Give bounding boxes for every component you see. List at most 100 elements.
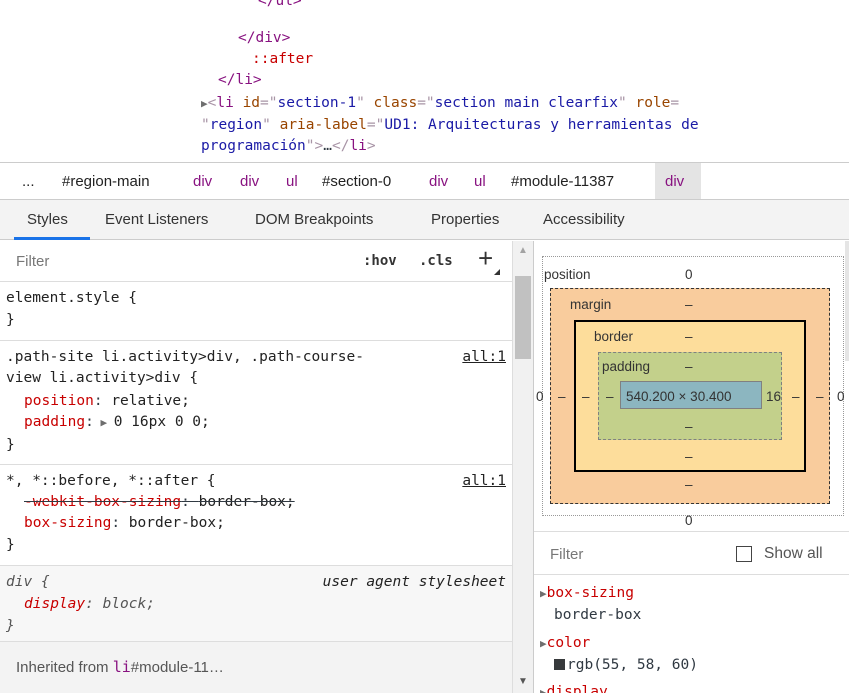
scrollbar-thumb[interactable]: [515, 276, 531, 359]
padding-bottom-value[interactable]: –: [685, 419, 693, 434]
property-name[interactable]: box-sizing: [24, 515, 111, 531]
position-bottom-value[interactable]: 0: [685, 513, 693, 528]
dom-line-ul-close[interactable]: </ul>: [258, 0, 302, 12]
active-tab-indicator: [14, 237, 90, 240]
property-value[interactable]: border-box;: [199, 494, 295, 510]
dom-line-li-section-1-cont[interactable]: "region" aria-label="UD1: Arquitecturas …: [201, 115, 699, 136]
tab-properties[interactable]: Properties: [431, 211, 499, 228]
color-swatch[interactable]: [554, 659, 565, 670]
breadcrumb-item-section-0[interactable]: #section-0: [322, 173, 391, 190]
border-left-value[interactable]: –: [582, 389, 590, 404]
computed-prop-box-sizing[interactable]: ▶box-sizing: [540, 583, 634, 604]
dom-tree: </ul> </div> ::after </li> ▶<li id="sect…: [0, 0, 849, 160]
rule-close-brace: }: [6, 618, 15, 634]
padding-top-value[interactable]: –: [685, 359, 693, 374]
scroll-up-arrow-icon[interactable]: ▲: [518, 245, 528, 256]
attr-id-value: section-1: [277, 95, 357, 111]
rule-source-link[interactable]: all:1: [462, 347, 506, 368]
breadcrumb-item-module[interactable]: #module-11387: [511, 173, 614, 190]
tab-accessibility[interactable]: Accessibility: [543, 211, 625, 228]
tab-dom-breakpoints[interactable]: DOM Breakpoints: [255, 211, 373, 228]
attr-aria-label-value: UD1: Arquitecturas y herramientas de: [384, 117, 699, 133]
position-top-value[interactable]: 0: [685, 267, 693, 282]
computed-filter-input[interactable]: Filter: [550, 546, 583, 563]
breadcrumb-item-div-2[interactable]: div: [240, 173, 259, 190]
margin-bottom-value[interactable]: –: [685, 477, 693, 492]
breadcrumb-ellipsis[interactable]: ...: [22, 173, 35, 190]
styles-scrollbar[interactable]: ▲ ▼: [512, 241, 533, 693]
attr-id: id: [242, 95, 261, 111]
margin-label: margin: [570, 297, 612, 312]
tab-event-listeners[interactable]: Event Listeners: [105, 211, 208, 228]
expand-triangle-icon[interactable]: ▶: [540, 637, 547, 650]
computed-prop-color[interactable]: ▶color: [540, 633, 590, 654]
declaration-row[interactable]: padding: ▶ 0 16px 0 0;: [24, 412, 210, 433]
property-name[interactable]: position: [24, 393, 94, 409]
property-value[interactable]: border-box;: [129, 515, 225, 531]
tab-styles[interactable]: Styles: [27, 211, 68, 228]
inherited-label: Inherited from li#module-11…: [16, 658, 224, 676]
property-value[interactable]: relative;: [111, 393, 190, 409]
expand-triangle-icon[interactable]: ▶: [540, 686, 547, 693]
breadcrumb-item-div-1[interactable]: div: [193, 173, 212, 190]
dom-line-div-close[interactable]: </div>: [238, 28, 290, 49]
padding-right-value[interactable]: 16: [766, 389, 781, 404]
computed-prop-name: display: [546, 684, 608, 693]
dom-line-after[interactable]: ::after: [252, 49, 313, 70]
rule-div-user-agent[interactable]: div { user agent stylesheet display: blo…: [0, 566, 512, 642]
property-value[interactable]: 0 16px 0 0;: [114, 414, 210, 430]
position-right-value[interactable]: 0: [837, 389, 845, 404]
property-name[interactable]: padding: [24, 414, 85, 430]
dom-line-li-close[interactable]: </li>: [218, 70, 262, 91]
property-name[interactable]: -webkit-box-sizing: [24, 494, 181, 510]
margin-left-value[interactable]: –: [558, 389, 566, 404]
cls-toggle-button[interactable]: .cls: [419, 253, 453, 269]
breadcrumb-item-ul-1[interactable]: ul: [286, 173, 298, 190]
declaration-row[interactable]: position: relative;: [24, 391, 190, 412]
position-left-value[interactable]: 0: [536, 389, 544, 404]
inherited-from-header: Inherited from li#module-11…: [0, 642, 512, 693]
attr-aria-label-value-cont: programación: [201, 138, 306, 154]
expand-triangle-icon[interactable]: ▶: [201, 97, 208, 110]
box-model-diagram: position 0 0 0 0 margin – – – – border –…: [534, 241, 849, 531]
computed-prop-display[interactable]: ▶display: [540, 682, 608, 693]
scroll-down-arrow-icon[interactable]: ▼: [518, 676, 528, 687]
breadcrumb-item-div-selected[interactable]: div: [665, 173, 684, 190]
rule-close-brace: }: [6, 312, 15, 328]
border-top-value[interactable]: –: [685, 329, 693, 344]
border-right-value[interactable]: –: [792, 389, 800, 404]
inherited-prefix: Inherited from: [16, 659, 113, 676]
rule-selector: *, *::before, *::after {: [6, 473, 216, 489]
hov-toggle-button[interactable]: :hov: [363, 253, 397, 269]
margin-right-value[interactable]: –: [816, 389, 824, 404]
expand-triangle-icon[interactable]: ▶: [540, 587, 547, 600]
show-all-checkbox[interactable]: [736, 546, 752, 562]
dom-line-li-section-1[interactable]: ▶<li id="section-1" class="section main …: [201, 93, 679, 114]
property-name: display: [24, 596, 86, 612]
rule-source-link[interactable]: all:1: [462, 471, 506, 492]
inherited-node[interactable]: #module-11…: [131, 659, 224, 676]
li-tag: li: [216, 95, 234, 111]
rule-selector: div {: [6, 574, 50, 590]
styles-filter-input[interactable]: Filter: [16, 253, 49, 270]
content-dimensions[interactable]: 540.200 × 30.400: [626, 389, 731, 404]
show-all-label[interactable]: Show all: [764, 545, 823, 563]
border-bottom-value[interactable]: –: [685, 449, 693, 464]
margin-top-value[interactable]: –: [685, 297, 693, 312]
new-rule-menu-corner-icon[interactable]: [494, 269, 500, 275]
breadcrumb-item-region-main[interactable]: #region-main: [62, 173, 150, 190]
rule-element-style[interactable]: element.style { }: [0, 282, 512, 341]
expand-shorthand-icon[interactable]: ▶: [94, 416, 114, 429]
rule-universal-box-sizing[interactable]: *, *::before, *::after { all:1 -webkit-b…: [0, 465, 512, 566]
breadcrumb-item-div-3[interactable]: div: [429, 173, 448, 190]
breadcrumb-item-ul-2[interactable]: ul: [474, 173, 486, 190]
rule-close-brace: }: [6, 437, 15, 453]
declaration-row-overridden[interactable]: -webkit-box-sizing: border-box;: [24, 492, 295, 513]
dom-line-li-section-1-cont2[interactable]: programación">…</li>: [201, 136, 376, 157]
declaration-row[interactable]: box-sizing: border-box;: [24, 513, 225, 534]
inherited-tag[interactable]: li: [113, 658, 131, 676]
rule-path-site[interactable]: .path-site li.activity>div, .path-course…: [0, 341, 512, 465]
collapsed-ellipsis[interactable]: …: [323, 138, 332, 154]
new-style-rule-button[interactable]: +: [478, 243, 493, 274]
padding-left-value[interactable]: –: [606, 389, 614, 404]
